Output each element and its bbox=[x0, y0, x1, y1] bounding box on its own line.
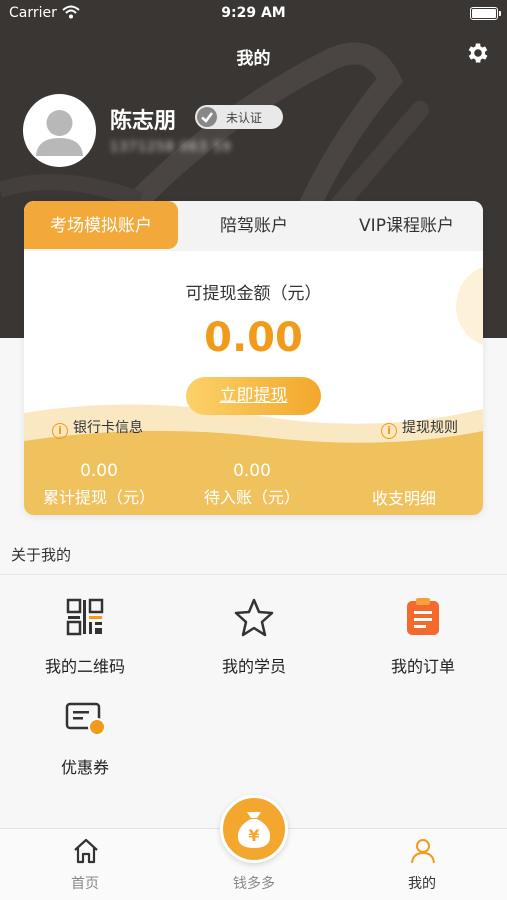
verification-status: 未认证 bbox=[226, 111, 263, 125]
info-icon: i bbox=[52, 423, 68, 439]
tab-mine[interactable]: 我的 bbox=[362, 829, 482, 900]
verification-badge[interactable]: 未认证 bbox=[195, 105, 283, 129]
check-icon bbox=[197, 107, 217, 127]
tab-exam-sim-account[interactable]: 考场模拟账户 bbox=[24, 201, 178, 249]
tab-home[interactable]: 首页 bbox=[25, 829, 145, 900]
pending-label: 待入账（元） bbox=[203, 488, 300, 507]
total-withdrawn-label: 累计提现（元） bbox=[42, 488, 155, 507]
svg-text:¥: ¥ bbox=[248, 826, 259, 845]
coupons-label: 优惠券 bbox=[60, 758, 109, 777]
transactions-link[interactable]: 收支明细 bbox=[329, 485, 479, 509]
about-section-title: 关于我的 bbox=[11, 546, 72, 564]
username: 陈志朋 bbox=[110, 109, 177, 134]
battery-tip bbox=[499, 11, 501, 16]
info-icon: i bbox=[381, 423, 397, 439]
coupon-icon bbox=[65, 702, 105, 736]
default-avatar-icon bbox=[36, 110, 83, 156]
gear-icon[interactable] bbox=[465, 40, 491, 66]
person-icon bbox=[411, 839, 435, 864]
tab-driving-companion-account[interactable]: 陪驾账户 bbox=[178, 201, 330, 251]
divider bbox=[0, 574, 507, 575]
clock: 9:29 AM bbox=[221, 5, 286, 21]
balance-amount: 0.00 bbox=[204, 315, 303, 361]
star-icon bbox=[234, 598, 274, 637]
my-students-label: 我的学员 bbox=[221, 657, 286, 676]
pending-stat: 0.00 待入账（元） bbox=[177, 461, 327, 508]
home-icon bbox=[74, 838, 98, 864]
tab-money-label[interactable]: 钱多多 bbox=[194, 873, 314, 893]
bank-card-info-link[interactable]: i 银行卡信息 bbox=[52, 417, 143, 439]
clipboard-icon bbox=[407, 598, 439, 635]
avatar[interactable] bbox=[23, 94, 96, 167]
status-bar: Carrier 9:29 AM bbox=[0, 0, 507, 28]
tab-mine-label: 我的 bbox=[408, 876, 436, 892]
qrcode-icon bbox=[66, 598, 104, 636]
withdraw-button[interactable]: 立即提现 bbox=[186, 377, 321, 415]
my-orders-label: 我的订单 bbox=[390, 657, 455, 676]
user-id: 1371258 063 59 bbox=[110, 140, 232, 155]
tab-vip-course-account[interactable]: VIP课程账户 bbox=[330, 201, 483, 251]
account-card: 考场模拟账户 陪驾账户 VIP课程账户 可提现金额（元） 0.00 立即提现 i… bbox=[24, 201, 483, 515]
my-qrcode-label: 我的二维码 bbox=[44, 657, 125, 676]
money-bag-icon: ¥ bbox=[237, 812, 271, 848]
total-withdrawn-stat: 0.00 累计提现（元） bbox=[24, 461, 174, 508]
pending-value: 0.00 bbox=[233, 461, 271, 481]
bank-card-info-label: 银行卡信息 bbox=[73, 420, 143, 436]
battery-icon bbox=[470, 7, 498, 20]
money-bag-button[interactable]: ¥ bbox=[220, 795, 288, 863]
balance-label: 可提现金额（元） bbox=[185, 284, 322, 304]
total-withdrawn-value: 0.00 bbox=[80, 461, 118, 481]
account-tabs: 考场模拟账户 陪驾账户 VIP课程账户 bbox=[24, 201, 483, 251]
withdraw-rules-link[interactable]: i 提现规则 bbox=[381, 417, 458, 439]
withdraw-rules-label: 提现规则 bbox=[402, 420, 458, 436]
page-title: 我的 bbox=[236, 49, 271, 69]
tab-home-label: 首页 bbox=[71, 876, 99, 892]
